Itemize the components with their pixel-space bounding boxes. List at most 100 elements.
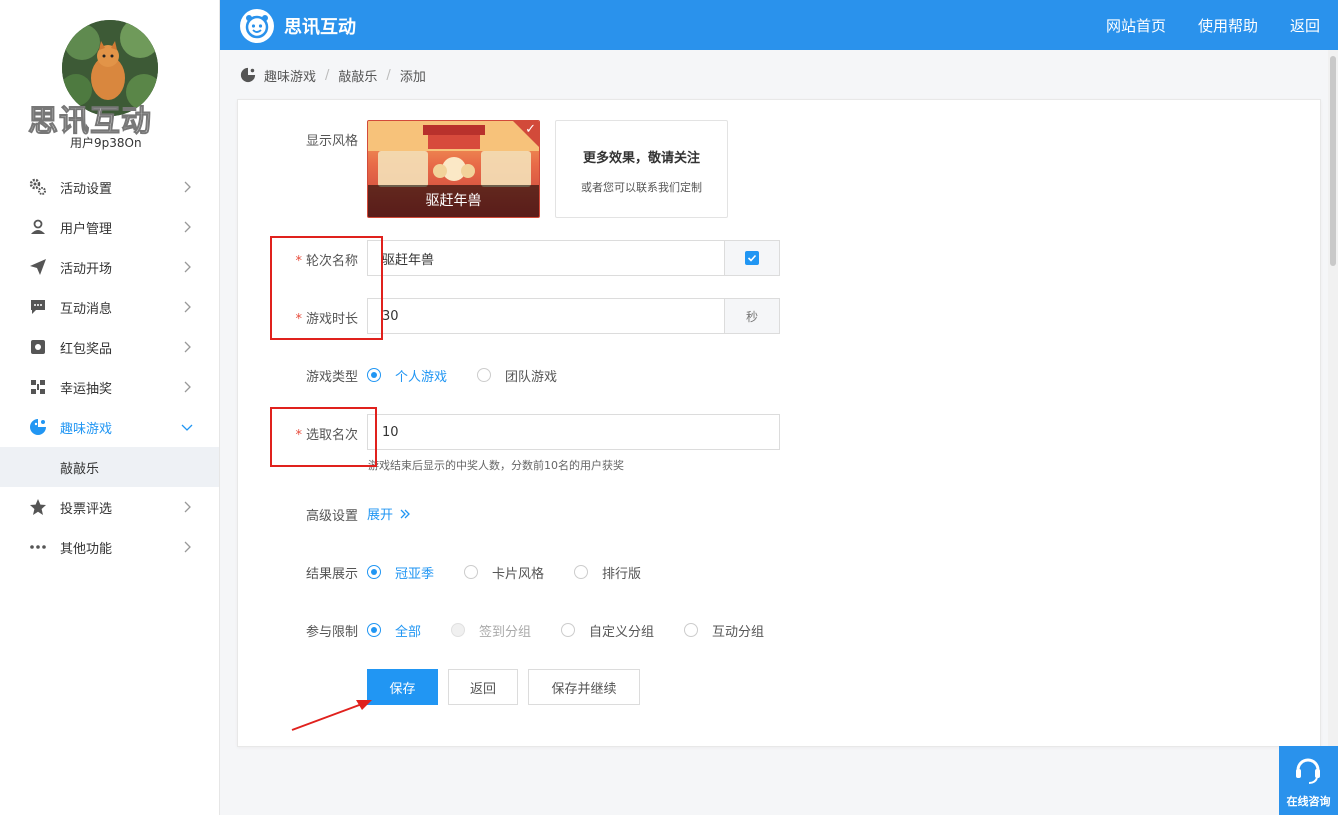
chevron-right-icon (179, 339, 195, 355)
chevron-right-icon (179, 179, 195, 195)
duration-unit: 秒 (724, 299, 779, 333)
radio-dot (684, 623, 699, 637)
home-link[interactable]: 网站首页 (1106, 15, 1166, 36)
user-manage-icon (28, 217, 48, 237)
radio-ranking[interactable]: 排行版 (574, 563, 641, 582)
chevron-right-icon (179, 539, 195, 555)
sidebar-item-lottery[interactable]: 幸运抽奖 (0, 367, 219, 407)
round-name-checkbox[interactable] (745, 251, 759, 265)
sidebar-item-label: 趣味游戏 (60, 421, 113, 437)
rank-field (367, 414, 780, 450)
username: 用户9p38On (70, 136, 142, 150)
sidebar-item-activity-opening[interactable]: 活动开场 (0, 247, 219, 287)
breadcrumb-fun-games[interactable]: 趣味游戏 (264, 66, 316, 85)
more-styles-subtitle: 或者您可以联系我们定制 (581, 181, 702, 194)
round-name-field (367, 240, 780, 276)
game-type-label: 游戏类型 (305, 370, 358, 385)
sidebar-item-label: 投票评选 (60, 501, 113, 517)
radio-dot (464, 565, 479, 579)
back-button[interactable]: 返回 (448, 669, 518, 705)
game-icon (240, 67, 256, 83)
more-styles-card[interactable]: 更多效果，敬请关注 或者您可以联系我们定制 (555, 120, 728, 218)
radio-dot (574, 565, 589, 579)
expand-advanced-link[interactable]: 展开 (367, 504, 411, 523)
annotation-box-rank (270, 407, 377, 467)
round-name-input[interactable] (368, 241, 724, 275)
chevron-right-icon (179, 219, 195, 235)
radio-card-style[interactable]: 卡片风格 (464, 563, 544, 582)
breadcrumb-separator: / (325, 67, 330, 83)
help-link[interactable]: 使用帮助 (1198, 15, 1258, 36)
radio-personal-game[interactable]: 个人游戏 (367, 366, 447, 385)
sidebar: 思讯互动 用户9p38On 活动设置 用户管理 活动开场 互动消息 红包奖品 幸… (0, 0, 220, 815)
sidebar-subitem-knock[interactable]: 敲敲乐 (0, 447, 219, 487)
sidebar-item-user-management[interactable]: 用户管理 (0, 207, 219, 247)
star-icon (28, 497, 48, 517)
sidebar-menu: 活动设置 用户管理 活动开场 互动消息 红包奖品 幸运抽奖 趣味游戏 敲敲乐 投… (0, 167, 219, 567)
radio-limit-all[interactable]: 全部 (367, 621, 421, 640)
rank-input[interactable] (368, 415, 779, 449)
breadcrumb-separator: / (386, 67, 391, 83)
annotation-box-name-duration (270, 236, 383, 340)
radio-dot (367, 565, 381, 579)
page-scrollbar[interactable] (1328, 50, 1338, 815)
radio-dot (367, 368, 381, 382)
sidebar-item-other[interactable]: 其他功能 (0, 527, 219, 567)
participation-limit-radios: 全部 签到分组 自定义分组 互动分组 (367, 620, 794, 640)
lottery-icon (28, 377, 48, 397)
chevron-right-icon (179, 299, 195, 315)
radio-limit-interactive-group[interactable]: 互动分组 (684, 621, 764, 640)
form-panel: 显示风格 ✓ 驱赶年兽 更多效果，敬请关注 或者您可以联系我们定制 * 轮次名称 … (237, 99, 1321, 747)
sidebar-item-label: 活动设置 (60, 181, 113, 197)
breadcrumb: 趣味游戏 / 敲敲乐 / 添加 (240, 64, 426, 86)
more-styles-title: 更多效果，敬请关注 (582, 151, 700, 166)
sidebar-item-label: 红包奖品 (60, 341, 113, 357)
sidebar-item-red-packet[interactable]: 红包奖品 (0, 327, 219, 367)
chevron-right-icon (179, 259, 195, 275)
paper-plane-icon (28, 257, 48, 277)
radio-dot (451, 623, 466, 637)
sidebar-item-label: 互动消息 (60, 301, 113, 317)
breadcrumb-knock[interactable]: 敲敲乐 (338, 66, 377, 85)
check-icon: ✓ (525, 122, 536, 137)
chevron-right-icon (179, 499, 195, 515)
game-icon (28, 417, 48, 437)
double-chevron-right-icon (399, 508, 411, 520)
rank-hint: 游戏结束后显示的中奖人数，分数前10名的用户获奖 (368, 459, 624, 472)
participation-limit-label: 参与限制 (305, 625, 358, 640)
duration-field: 秒 (367, 298, 780, 334)
sidebar-item-label: 幸运抽奖 (60, 381, 113, 397)
sidebar-item-activity-settings[interactable]: 活动设置 (0, 167, 219, 207)
advanced-label: 高级设置 (305, 509, 358, 524)
chevron-down-icon (179, 419, 195, 435)
online-consult-label: 在线咨询 (1286, 795, 1331, 808)
radio-podium[interactable]: 冠亚季 (367, 563, 434, 582)
duration-input[interactable] (368, 299, 724, 333)
sidebar-item-fun-games[interactable]: 趣味游戏 (0, 407, 219, 447)
style-label: 显示风格 (305, 134, 358, 149)
scrollbar-thumb[interactable] (1330, 56, 1336, 266)
save-continue-button[interactable]: 保存并继续 (528, 669, 640, 705)
sidebar-item-label: 其他功能 (60, 541, 113, 557)
logo-text: 思讯互动 (284, 17, 356, 38)
sidebar-item-messages[interactable]: 互动消息 (0, 287, 219, 327)
round-name-addon[interactable] (724, 241, 779, 275)
back-link[interactable]: 返回 (1290, 15, 1320, 36)
online-consult-button[interactable]: 在线咨询 (1279, 746, 1338, 815)
sidebar-item-voting[interactable]: 投票评选 (0, 487, 219, 527)
top-links: 网站首页 使用帮助 返回 (1106, 0, 1320, 50)
top-bar: 思讯互动 网站首页 使用帮助 返回 (220, 0, 1338, 50)
breadcrumb-add: 添加 (399, 69, 426, 85)
radio-dot (561, 623, 576, 637)
result-display-label: 结果展示 (305, 567, 358, 582)
result-display-radios: 冠亚季 卡片风格 排行版 (367, 562, 671, 582)
radio-limit-custom-group[interactable]: 自定义分组 (561, 621, 654, 640)
sidebar-item-label: 用户管理 (60, 221, 113, 237)
game-style-card-selected[interactable]: ✓ 驱赶年兽 (367, 120, 540, 218)
radio-dot (367, 623, 381, 637)
annotation-arrow (291, 700, 372, 731)
game-type-radios: 个人游戏 团队游戏 (367, 365, 587, 385)
radio-team-game[interactable]: 团队游戏 (477, 366, 557, 385)
chat-bubble-icon (28, 297, 48, 317)
more-dots-icon (28, 537, 48, 557)
